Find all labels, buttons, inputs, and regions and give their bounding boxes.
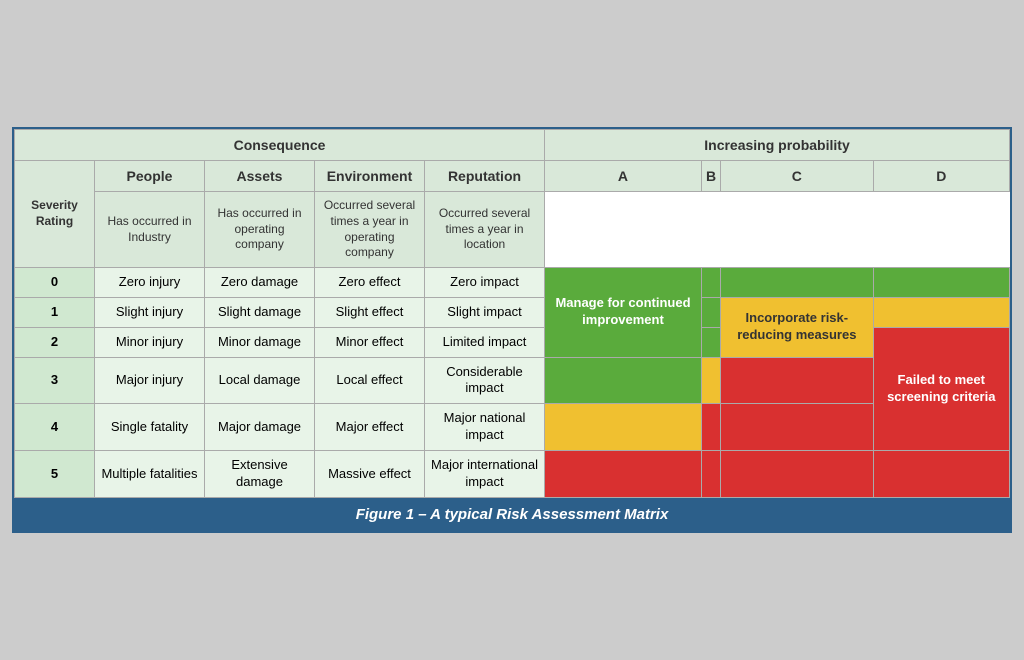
table-row: 5 Multiple fatalities Extensive damage M…	[15, 451, 1010, 498]
table-row: 3 Major injury Local damage Local effect…	[15, 357, 1010, 404]
severity-col-header: Severity Rating	[15, 161, 95, 268]
environment-4: Major effect	[315, 404, 425, 451]
red-B5	[701, 451, 720, 498]
reputation-5: Major international impact	[425, 451, 545, 498]
red-C5	[721, 451, 873, 498]
people-1: Slight injury	[95, 297, 205, 327]
green-B1	[701, 297, 720, 327]
reputation-3: Considerable impact	[425, 357, 545, 404]
people-3: Major injury	[95, 357, 205, 404]
assets-1: Slight damage	[205, 297, 315, 327]
yellow-zone-cell: Incorporate risk-reducing measures	[721, 297, 873, 357]
reputation-2: Limited impact	[425, 327, 545, 357]
prob-desc-A: Has occurred in Industry	[95, 192, 205, 267]
severity-3: 3	[15, 357, 95, 404]
environment-0: Zero effect	[315, 267, 425, 297]
prob-letter-D: D	[873, 161, 1009, 192]
green-C0	[721, 267, 873, 297]
green-zone-cell: Manage for continued improvement	[545, 267, 702, 357]
green-A3	[545, 357, 702, 404]
severity-0: 0	[15, 267, 95, 297]
reputation-4: Major national impact	[425, 404, 545, 451]
reputation-col-header: Reputation	[425, 161, 545, 192]
green-D0	[873, 267, 1009, 297]
green-zone-label: Manage for continued improvement	[555, 295, 690, 327]
severity-4: 4	[15, 404, 95, 451]
prob-letter-B: B	[701, 161, 720, 192]
environment-col-header: Environment	[315, 161, 425, 192]
prob-desc-B: Has occurred in operating company	[205, 192, 315, 267]
people-5: Multiple fatalities	[95, 451, 205, 498]
environment-3: Local effect	[315, 357, 425, 404]
yellow-zone-label: Incorporate risk-reducing measures	[737, 310, 856, 342]
red-A5	[545, 451, 702, 498]
reputation-0: Zero impact	[425, 267, 545, 297]
prob-letter-C: C	[721, 161, 873, 192]
assets-5: Extensive damage	[205, 451, 315, 498]
table-row: 0 Zero injury Zero damage Zero effect Ze…	[15, 267, 1010, 297]
probability-header: Increasing probability	[545, 130, 1010, 161]
assets-0: Zero damage	[205, 267, 315, 297]
figure-caption: Figure 1 – A typical Risk Assessment Mat…	[14, 498, 1010, 531]
main-container: Consequence Increasing probability Sever…	[12, 127, 1012, 533]
red-C4	[721, 404, 873, 451]
green-B2	[701, 327, 720, 357]
yellow-A4	[545, 404, 702, 451]
people-4: Single fatality	[95, 404, 205, 451]
people-0: Zero injury	[95, 267, 205, 297]
yellow-B3	[701, 357, 720, 404]
prob-letter-A: A	[545, 161, 702, 192]
yellow-D1	[873, 297, 1009, 327]
table-row: 1 Slight injury Slight damage Slight eff…	[15, 297, 1010, 327]
red-zone-cell: Failed to meet screening criteria	[873, 327, 1009, 450]
red-zone-label: Failed to meet screening criteria	[887, 372, 995, 404]
red-B4	[701, 404, 720, 451]
environment-5: Massive effect	[315, 451, 425, 498]
prob-desc-C: Occurred several times a year in operati…	[315, 192, 425, 267]
consequence-header: Consequence	[15, 130, 545, 161]
environment-1: Slight effect	[315, 297, 425, 327]
severity-2: 2	[15, 327, 95, 357]
people-col-header: People	[95, 161, 205, 192]
assets-2: Minor damage	[205, 327, 315, 357]
assets-4: Major damage	[205, 404, 315, 451]
red-D5	[873, 451, 1009, 498]
reputation-1: Slight impact	[425, 297, 545, 327]
assets-col-header: Assets	[205, 161, 315, 192]
environment-2: Minor effect	[315, 327, 425, 357]
red-C3	[721, 357, 873, 404]
severity-5: 5	[15, 451, 95, 498]
severity-1: 1	[15, 297, 95, 327]
risk-matrix-table: Consequence Increasing probability Sever…	[14, 129, 1010, 498]
prob-desc-D: Occurred several times a year in locatio…	[425, 192, 545, 267]
people-2: Minor injury	[95, 327, 205, 357]
green-B0	[701, 267, 720, 297]
assets-3: Local damage	[205, 357, 315, 404]
table-row: 4 Single fatality Major damage Major eff…	[15, 404, 1010, 451]
